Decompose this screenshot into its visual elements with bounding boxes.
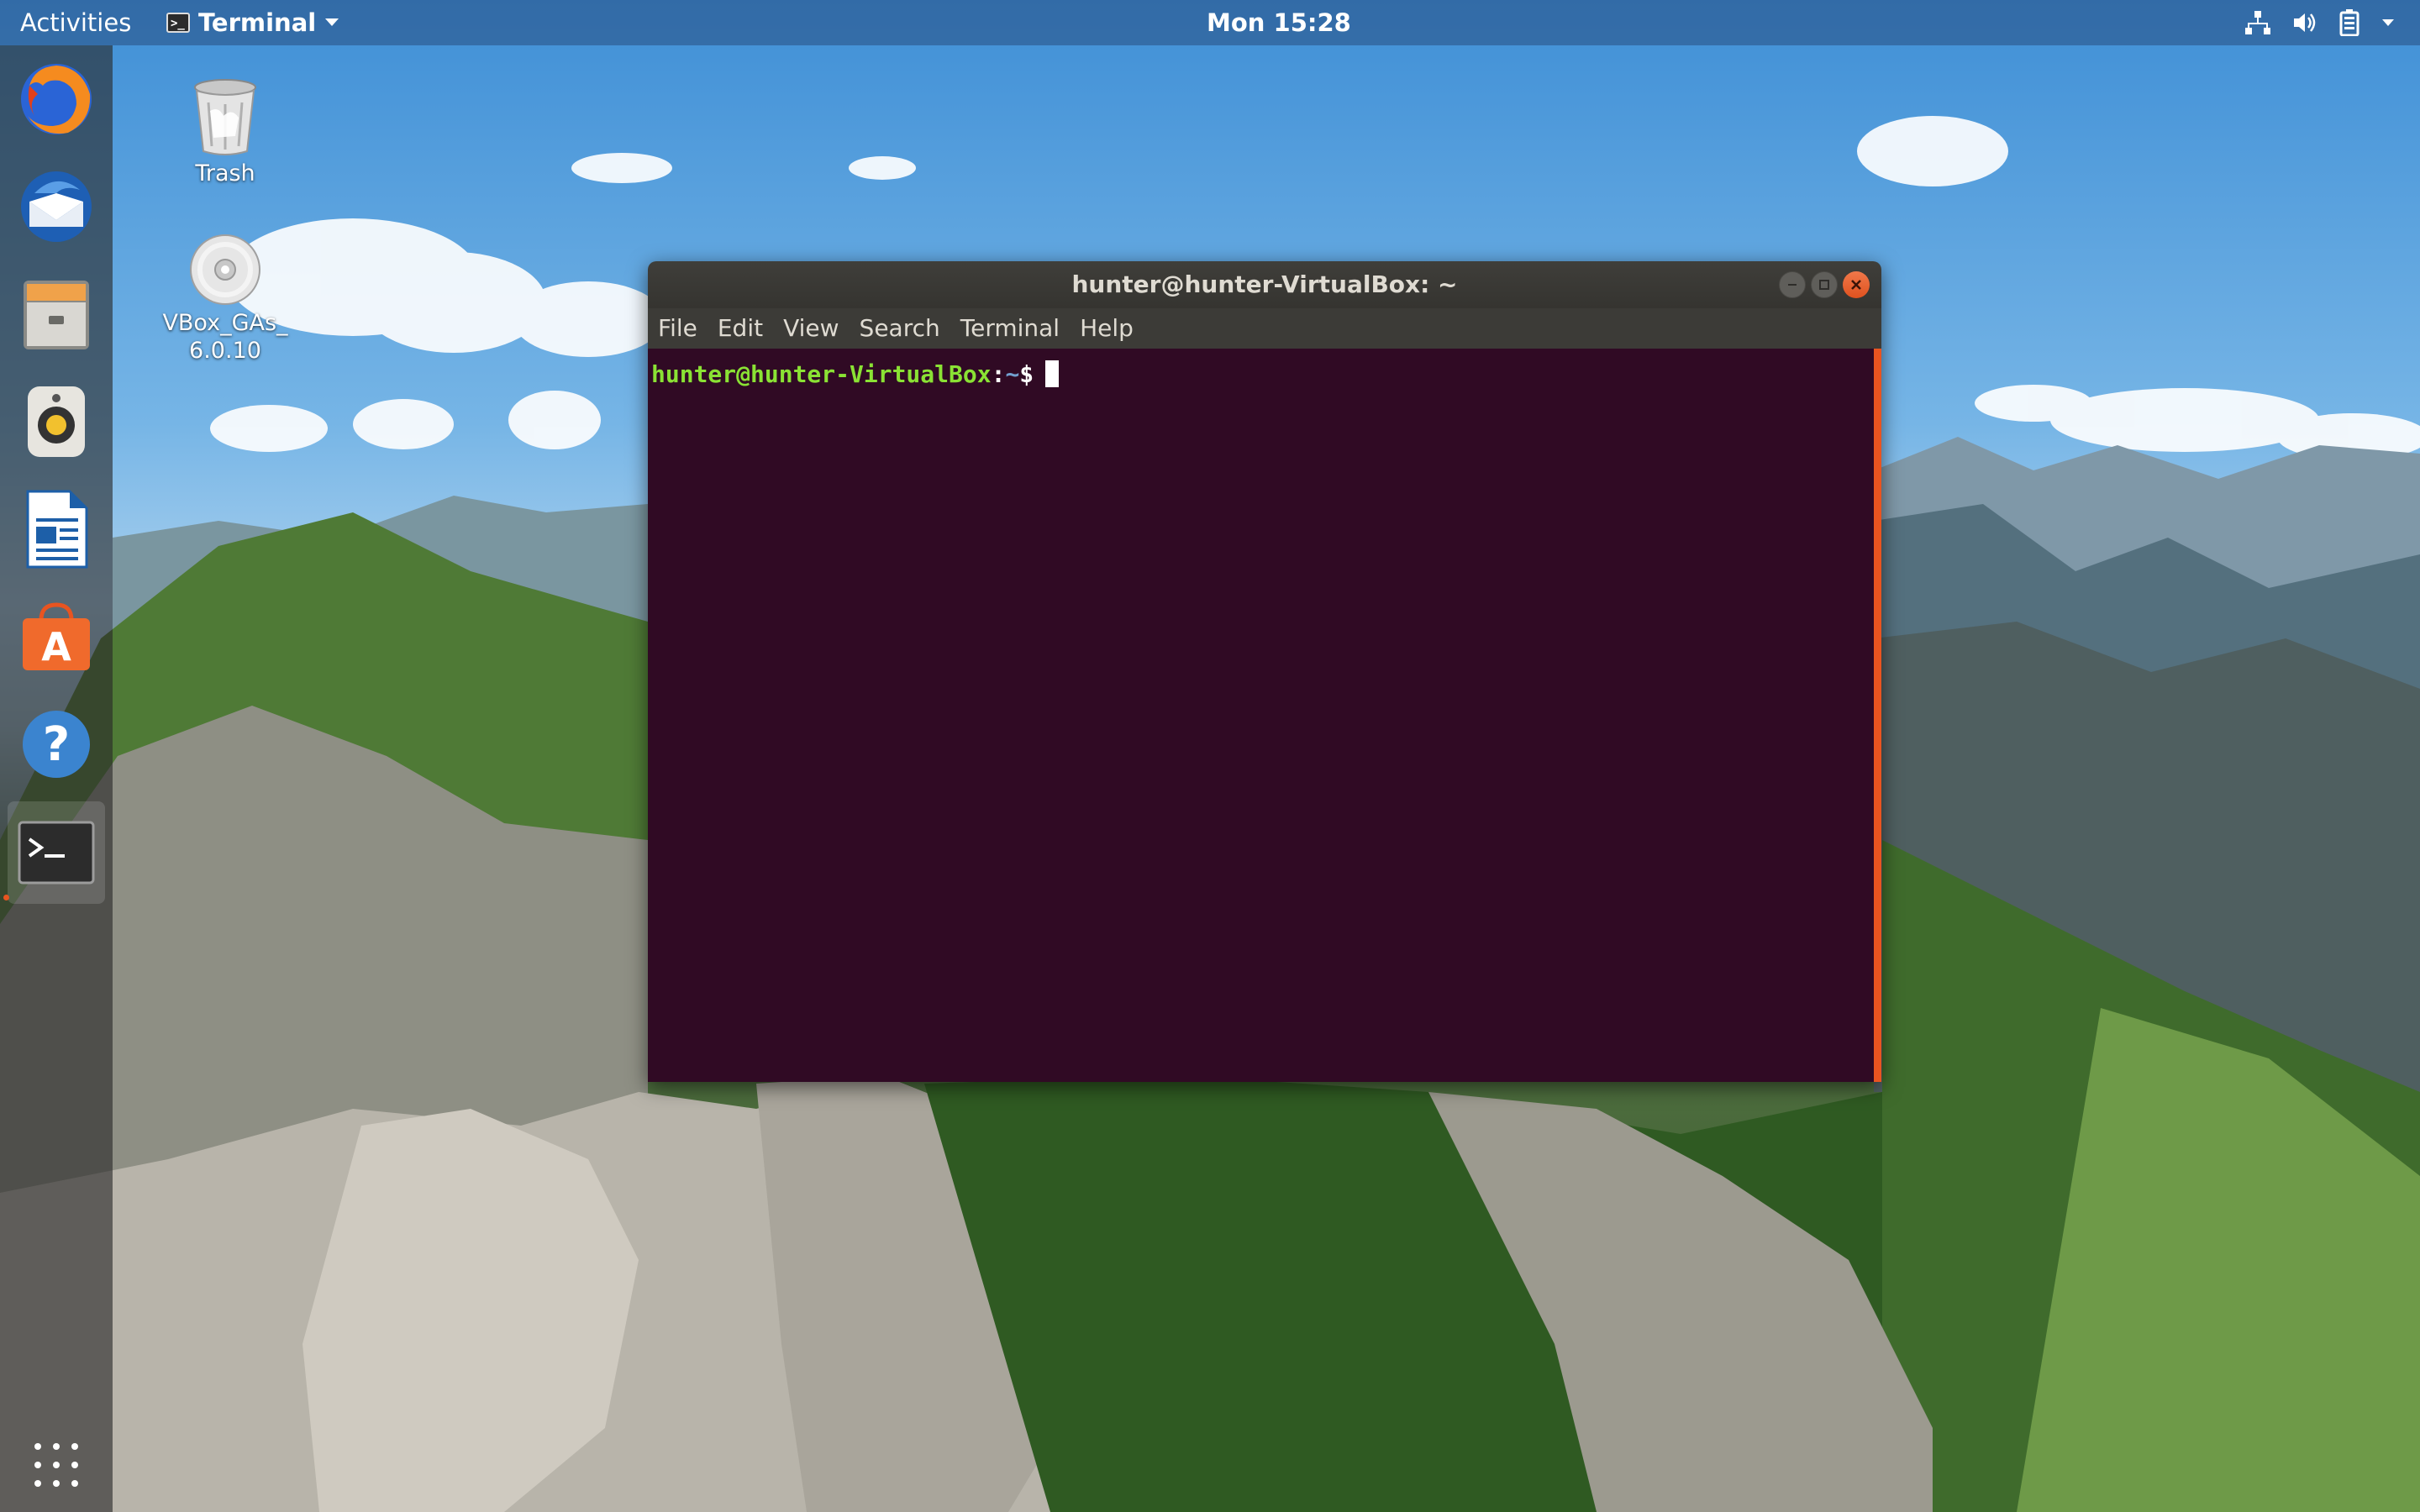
minimize-button[interactable]	[1779, 271, 1806, 298]
system-menu-arrow-icon	[2382, 19, 2394, 26]
dock-writer[interactable]	[14, 487, 98, 571]
maximize-button[interactable]	[1811, 271, 1838, 298]
dock-files[interactable]	[14, 272, 98, 356]
dock: A ?	[0, 45, 113, 1512]
close-button[interactable]	[1843, 271, 1870, 298]
menu-file[interactable]: File	[648, 308, 708, 349]
terminal-app-icon: >_	[166, 13, 190, 33]
desktop-icon-label-line1: VBox_GAs_	[162, 310, 288, 336]
network-icon	[2245, 11, 2270, 34]
menu-search[interactable]: Search	[850, 308, 950, 349]
desktop-icon-label: Trash	[195, 160, 255, 186]
firefox-icon	[21, 64, 92, 134]
chevron-down-icon	[325, 18, 339, 26]
menu-view[interactable]: View	[773, 308, 849, 349]
dock-software[interactable]: A	[14, 595, 98, 679]
dock-firefox[interactable]	[14, 57, 98, 141]
thunderbird-icon	[21, 171, 92, 242]
activities-button[interactable]: Activities	[20, 0, 131, 45]
ubuntu-software-icon: A	[23, 602, 90, 670]
desktop-icon-vbox-cd[interactable]: VBox_GAs_ 6.0.10	[150, 234, 301, 365]
text-cursor	[1045, 360, 1060, 387]
prompt-sign: $	[1019, 360, 1034, 388]
scrollbar[interactable]	[1874, 349, 1881, 1082]
volume-icon	[2294, 13, 2316, 32]
cd-icon	[190, 234, 260, 305]
app-menu-button[interactable]: >_ Terminal	[166, 0, 339, 45]
window-menubar: File Edit View Search Terminal Help	[648, 308, 1881, 349]
dock-terminal[interactable]	[8, 801, 105, 904]
running-indicator	[3, 895, 9, 900]
prompt-user: hunter@hunter-VirtualBox	[651, 360, 992, 388]
maximize-icon	[1819, 280, 1829, 290]
rhythmbox-icon	[28, 386, 85, 457]
window-controls	[1779, 271, 1870, 298]
minimize-icon	[1788, 284, 1797, 286]
menu-edit[interactable]: Edit	[708, 308, 773, 349]
svg-text:A: A	[41, 624, 71, 669]
prompt-colon: :	[991, 360, 1006, 388]
terminal-window[interactable]: hunter@hunter-VirtualBox: ~ File Edit Vi…	[648, 261, 1881, 1082]
dock-rhythmbox[interactable]	[14, 380, 98, 464]
svg-text:?: ?	[43, 717, 70, 772]
window-title: hunter@hunter-VirtualBox: ~	[1071, 270, 1458, 298]
window-titlebar[interactable]: hunter@hunter-VirtualBox: ~	[648, 261, 1881, 308]
desktop-icon-trash[interactable]: Trash	[150, 77, 301, 187]
app-menu-label: Terminal	[198, 8, 317, 37]
clock-button[interactable]: Mon 15:28	[1207, 0, 1351, 45]
app-grid-icon	[34, 1443, 78, 1487]
dock-show-apps[interactable]	[14, 1423, 98, 1507]
menu-help[interactable]: Help	[1070, 308, 1144, 349]
battery-icon	[2339, 9, 2360, 36]
close-icon	[1851, 280, 1861, 290]
files-icon	[24, 281, 89, 349]
dock-help[interactable]: ?	[14, 702, 98, 786]
menu-terminal[interactable]: Terminal	[950, 308, 1070, 349]
help-icon: ?	[23, 711, 90, 778]
prompt-line: hunter@hunter-VirtualBox:~$	[651, 360, 1060, 388]
terminal-output[interactable]: hunter@hunter-VirtualBox:~$	[648, 349, 1881, 1082]
system-tray[interactable]	[2245, 0, 2395, 45]
dock-thunderbird[interactable]	[14, 165, 98, 249]
desktop-icon-label-line2: 6.0.10	[189, 338, 261, 364]
prompt-path: ~	[1005, 360, 1020, 388]
libreoffice-writer-icon	[26, 490, 88, 569]
top-panel: Activities >_ Terminal Mon 15:28	[0, 0, 2420, 45]
terminal-icon	[18, 821, 95, 885]
trash-icon	[194, 79, 256, 155]
